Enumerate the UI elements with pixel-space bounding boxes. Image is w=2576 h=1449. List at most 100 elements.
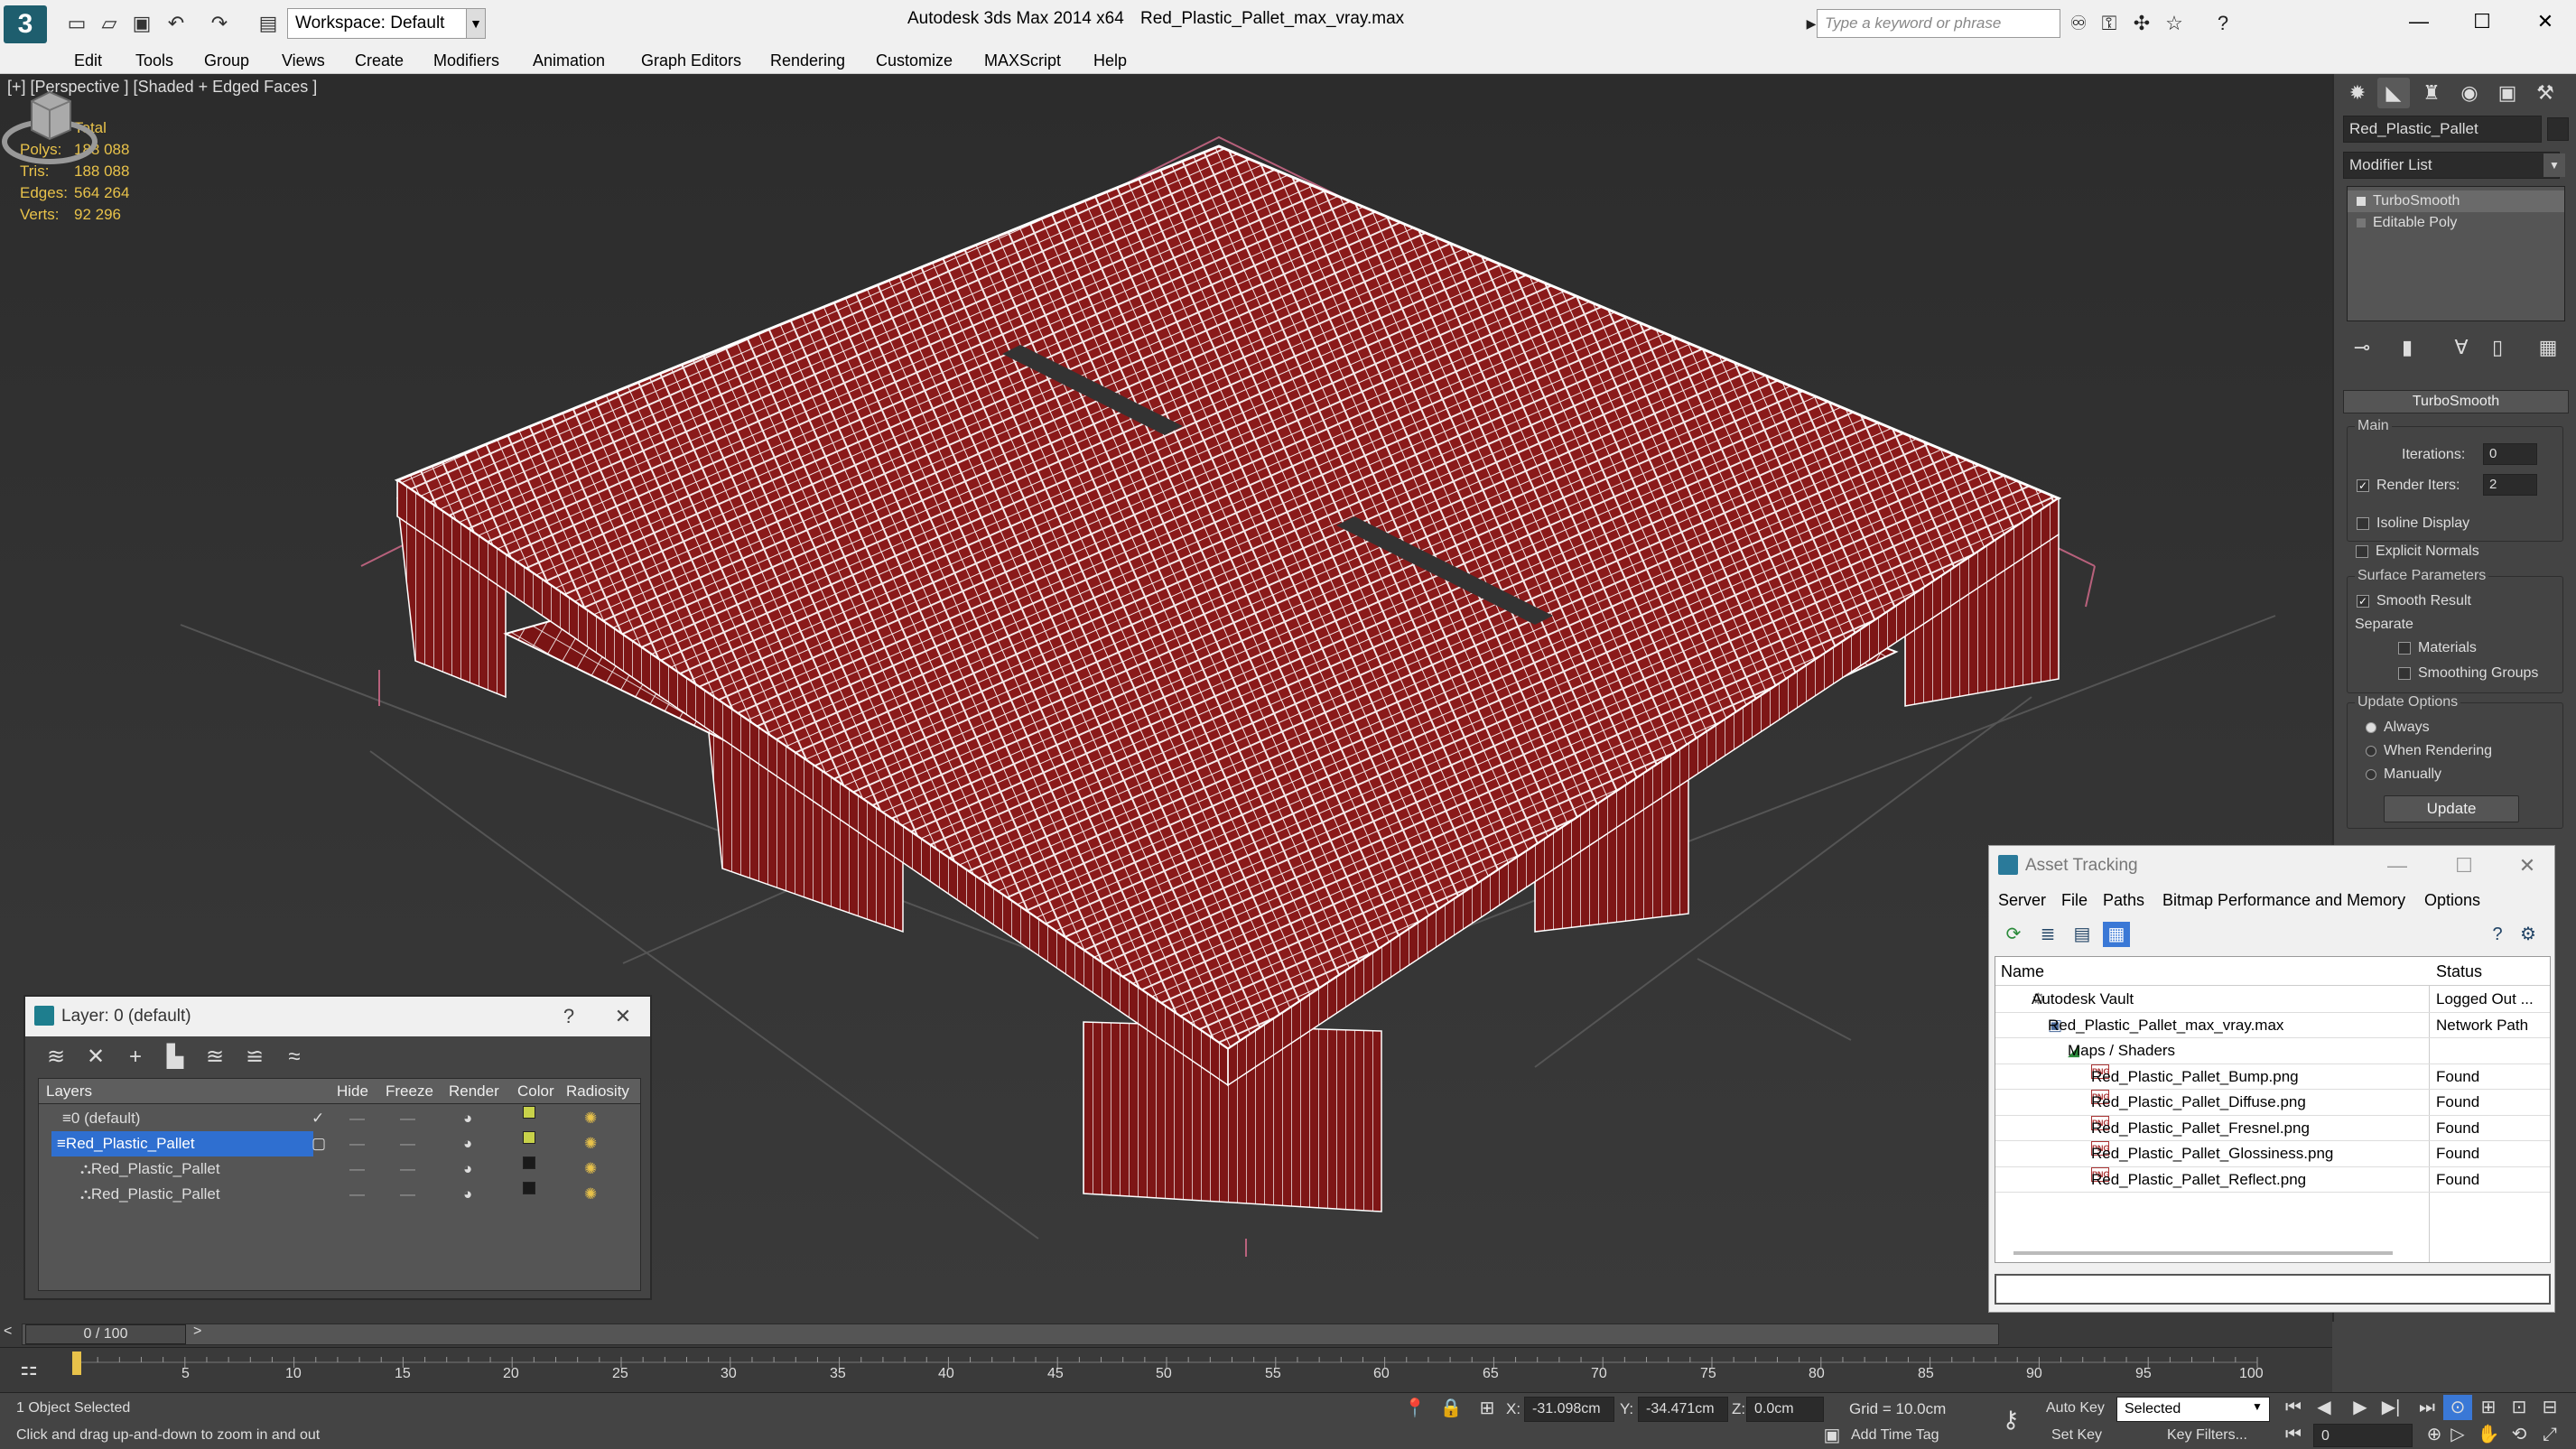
asset-row[interactable]: ▣ Red_Plastic_Pallet_max_vray.max Networ…: [1995, 1013, 2550, 1038]
asset-row[interactable]: PNG Red_Plastic_Pallet_Diffuse.png Found: [1995, 1090, 2550, 1116]
isoline-checkbox[interactable]: Isoline Display: [2357, 516, 2469, 532]
chevron-down-icon[interactable]: ▼: [2543, 153, 2565, 177]
menu-group[interactable]: Group: [204, 47, 249, 74]
asset-close-button[interactable]: ✕: [2507, 846, 2547, 886]
zoom-extents-icon[interactable]: ⊡: [2505, 1395, 2534, 1420]
column-header[interactable]: Render: [449, 1079, 499, 1104]
radio-icon[interactable]: [2366, 768, 2376, 780]
set-keys-icon[interactable]: ⚷: [1997, 1406, 2024, 1433]
asset-window-titlebar[interactable]: Asset Tracking — ☐ ✕: [1989, 846, 2554, 886]
smooth-result-checkbox[interactable]: ✓ Smooth Result: [2357, 593, 2471, 609]
highlight-layer-icon[interactable]: ≊: [199, 1042, 231, 1073]
asset-row[interactable]: ⚙ Autodesk Vault Logged Out ...: [1995, 987, 2550, 1013]
set-key-button[interactable]: Set Key: [2051, 1427, 2102, 1444]
freeze-all-layers-icon[interactable]: ≈: [278, 1042, 311, 1073]
layer-row[interactable]: ⛬ Red_Plastic_Pallet — — ◕ ✺: [39, 1182, 640, 1207]
minimize-button[interactable]: —: [2393, 5, 2445, 38]
radiosity-icon[interactable]: ✺: [584, 1182, 597, 1207]
exchange-icon[interactable]: ✣: [2127, 9, 2156, 38]
add-time-tag[interactable]: Add Time Tag: [1851, 1427, 1939, 1444]
freeze-toggle[interactable]: —: [400, 1156, 415, 1182]
list-view-icon[interactable]: ≣: [2034, 922, 2061, 947]
viewcube-icon[interactable]: [0, 74, 99, 173]
asset-row[interactable]: ◢ Maps / Shaders: [1995, 1038, 2550, 1064]
asset-menu-file[interactable]: File: [2061, 886, 2088, 915]
menu-edit[interactable]: Edit: [74, 47, 102, 74]
layer-color-swatch[interactable]: [523, 1106, 535, 1119]
menu-graph-editors[interactable]: Graph Editors: [641, 47, 741, 74]
key-mode-select[interactable]: Selected: [2116, 1397, 2270, 1422]
pin-stack-icon[interactable]: ⊸: [2347, 332, 2377, 363]
asset-maximize-button[interactable]: ☐: [2444, 846, 2484, 886]
radio-icon[interactable]: [2366, 721, 2376, 733]
asset-menu-paths[interactable]: Paths: [2103, 886, 2144, 915]
menu-tools[interactable]: Tools: [135, 47, 173, 74]
asset-menu-options[interactable]: Options: [2424, 886, 2480, 915]
asset-help-icon[interactable]: ?: [2484, 922, 2511, 947]
favorites-icon[interactable]: ☆: [2160, 9, 2189, 38]
layer-window-titlebar[interactable]: Layer: 0 (default) ? ✕: [25, 997, 650, 1036]
column-header[interactable]: Color: [517, 1079, 554, 1104]
layer-row[interactable]: ≡ 0 (default) ✓ — — ◕ ✺: [39, 1106, 640, 1131]
radio-icon[interactable]: [2366, 745, 2376, 757]
auto-key-button[interactable]: Auto Key: [2046, 1400, 2105, 1416]
zoom-all-icon[interactable]: ⊞: [2474, 1395, 2503, 1420]
play-icon[interactable]: ▶: [2346, 1395, 2375, 1420]
time-tag-icon[interactable]: ▣: [1818, 1422, 1846, 1449]
hide-toggle[interactable]: —: [349, 1156, 365, 1182]
key-filters-button[interactable]: Key Filters...: [2167, 1427, 2247, 1444]
time-slider-thumb[interactable]: 0 / 100: [25, 1324, 186, 1344]
go-to-start-icon[interactable]: ⏮: [2279, 1395, 2308, 1420]
layer-color-swatch[interactable]: [523, 1131, 535, 1144]
checkbox-icon[interactable]: [2356, 544, 2368, 558]
current-layer-check-icon[interactable]: ✓: [312, 1106, 324, 1131]
layer-color-swatch[interactable]: [523, 1182, 535, 1194]
field-of-view-icon[interactable]: ▷: [2443, 1422, 2472, 1447]
column-header[interactable]: Hide: [337, 1079, 368, 1104]
chevron-left-icon[interactable]: <: [4, 1324, 12, 1340]
hide-all-layers-icon[interactable]: ≌: [238, 1042, 271, 1073]
freeze-toggle[interactable]: —: [400, 1106, 415, 1131]
zoom-extents-all-icon[interactable]: ⊟: [2535, 1395, 2564, 1420]
x-coordinate-field[interactable]: -31.098cm: [1524, 1397, 1614, 1422]
close-button[interactable]: ✕: [2519, 5, 2571, 38]
hide-toggle[interactable]: —: [349, 1182, 365, 1207]
chevron-down-icon[interactable]: ▼: [466, 8, 486, 39]
layer-row[interactable]: ⛬ Red_Plastic_Pallet — — ◕ ✺: [39, 1156, 640, 1182]
column-header[interactable]: Radiosity: [566, 1079, 629, 1104]
make-unique-icon[interactable]: ∀: [2446, 332, 2477, 363]
motion-tab-icon[interactable]: ◉: [2453, 78, 2486, 108]
track-bar[interactable]: ⚏ 5 10 15 20 25 30 35 40 45 50 55 60 65 …: [0, 1347, 2332, 1392]
save-icon[interactable]: ▣: [128, 11, 155, 36]
asset-minimize-button[interactable]: —: [2377, 846, 2417, 886]
render-teapot-icon[interactable]: ◕: [463, 1156, 472, 1182]
smoothing-groups-checkbox[interactable]: Smoothing Groups: [2398, 665, 2538, 682]
render-iters-spinner[interactable]: 2: [2483, 474, 2537, 496]
expand-icon[interactable]: [2357, 218, 2366, 228]
search-input[interactable]: Type a keyword or phrase: [1817, 9, 2060, 38]
column-header[interactable]: Freeze: [386, 1079, 433, 1104]
pan-icon[interactable]: ✋: [2474, 1422, 2503, 1447]
stack-item-editable-poly[interactable]: Editable Poly: [2348, 212, 2564, 234]
menu-rendering[interactable]: Rendering: [770, 47, 845, 74]
lightbulb-icon[interactable]: [2357, 196, 2366, 206]
layer-row[interactable]: ≡ Red_Plastic_Pallet ▢ — — ◕ ✺: [39, 1131, 640, 1156]
key-icon[interactable]: ⚿: [2095, 9, 2124, 38]
layer-help-button[interactable]: ?: [549, 997, 589, 1036]
horizontal-scrollbar[interactable]: [2013, 1251, 2393, 1255]
asset-path-field[interactable]: [1995, 1274, 2551, 1305]
render-teapot-icon[interactable]: ◕: [463, 1182, 472, 1207]
materials-checkbox[interactable]: Materials: [2398, 640, 2477, 656]
time-slider-track[interactable]: [22, 1324, 1999, 1345]
asset-menu-bitmap-performance[interactable]: Bitmap Performance and Memory: [2162, 886, 2405, 915]
modifier-list-select[interactable]: Modifier List: [2343, 152, 2560, 179]
chevron-right-icon[interactable]: >: [193, 1324, 201, 1340]
asset-row[interactable]: PNG Red_Plastic_Pallet_Reflect.png Found: [1995, 1166, 2550, 1193]
menu-help[interactable]: Help: [1093, 47, 1127, 74]
isolate-selection-icon[interactable]: 📍: [1401, 1395, 1428, 1422]
column-header[interactable]: Layers: [46, 1079, 92, 1104]
render-iters-checkbox[interactable]: ✓ Render Iters:: [2357, 478, 2460, 494]
radiosity-icon[interactable]: ✺: [584, 1106, 597, 1131]
update-button[interactable]: Update: [2384, 795, 2519, 822]
hide-toggle[interactable]: —: [349, 1106, 365, 1131]
